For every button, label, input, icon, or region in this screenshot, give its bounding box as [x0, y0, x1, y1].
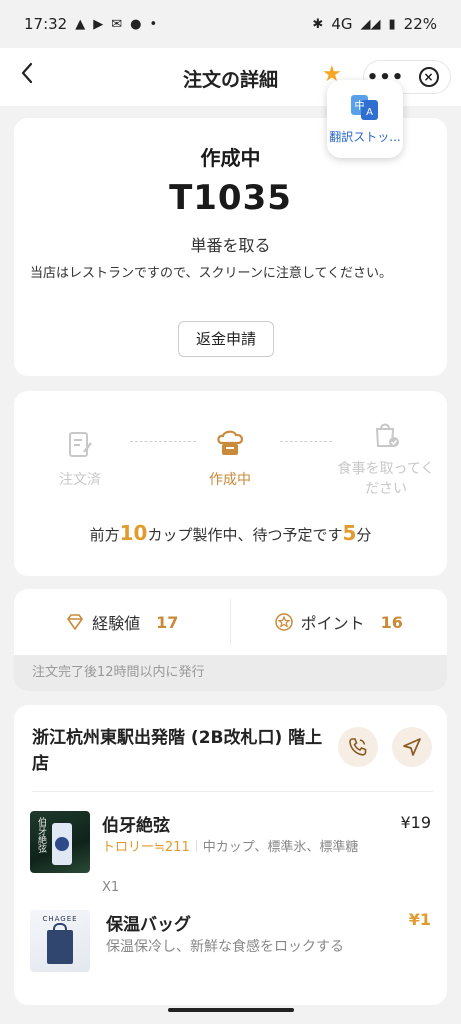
- queue-middle: カップ製作中、待つ予定です: [147, 526, 343, 544]
- divider: [230, 599, 231, 645]
- product-image-text: CHAGEE: [42, 915, 78, 923]
- queue-cups: 10: [119, 521, 148, 545]
- svg-text:中: 中: [355, 99, 365, 112]
- item-quantity: X1: [102, 880, 120, 895]
- dot-icon: •: [149, 16, 158, 32]
- item-name: 保温バッグ: [106, 915, 191, 935]
- navigation-arrow-icon: [403, 738, 421, 756]
- divider: [32, 791, 433, 792]
- product-image: 伯牙絶弦: [30, 811, 90, 873]
- mail-icon: ✉: [111, 16, 123, 32]
- rewards-card: 経験値 17 ポイント 16 注文完了後12時間以内に発行: [14, 589, 447, 691]
- points-item[interactable]: ポイント 16: [231, 589, 448, 655]
- progress-card: 注文済 作成中 食事を取ってください 前方10カップ製作中、待つ予定です5分: [14, 391, 447, 576]
- location-icon: ●: [130, 16, 142, 32]
- product-image-text: 伯牙絶弦: [36, 817, 46, 853]
- refund-button[interactable]: 返金申請: [178, 321, 274, 357]
- step-pickup: 食事を取ってください: [336, 419, 436, 499]
- store-card: 浙江杭州東駅出発階 (2B改札口) 階上店 伯牙絶弦 伯牙絶弦 ¥19 トロリー…: [14, 705, 447, 1005]
- queue-info: 前方10カップ製作中、待つ予定です5分: [14, 521, 447, 545]
- youtube-icon: ▶: [93, 16, 104, 32]
- translate-icon: 中 A: [348, 90, 382, 124]
- points-label: ポイント: [300, 614, 365, 633]
- cup-logo: [55, 837, 69, 851]
- warning-icon: ▲: [75, 16, 86, 32]
- item-description: 保温保冷し、新鮮な食感をロックする: [106, 939, 344, 955]
- translate-floating-button[interactable]: 中 A 翻訳ストッ...: [327, 80, 403, 158]
- step-connector: [280, 441, 332, 442]
- item-options: トロリー≒211 中カップ、標準氷、標準糖: [102, 839, 362, 856]
- points-value: 16: [380, 612, 403, 632]
- step-making: 作成中: [200, 429, 260, 489]
- step-label: 注文済: [59, 472, 101, 488]
- step-label: 食事を取ってください: [337, 461, 435, 497]
- diamond-icon: [67, 614, 84, 630]
- notice-text: 当店はレストランですので、スクリーンに注意してください。: [30, 266, 393, 281]
- bluetooth-icon: ✱: [312, 16, 324, 32]
- status-bar: 17:32 ▲ ▶ ✉ ● • ✱ 4G ◢◢ ▮ 22%: [0, 0, 461, 48]
- item-price: ¥19: [400, 813, 431, 832]
- document-edit-icon: [64, 429, 96, 461]
- close-icon: ×: [418, 67, 439, 87]
- separator: [195, 840, 197, 852]
- home-indicator[interactable]: [168, 1008, 294, 1012]
- shopping-bag-check-icon: [370, 419, 402, 451]
- battery-label: 22%: [403, 15, 437, 33]
- experience-item[interactable]: 経験値 17: [14, 589, 231, 655]
- status-time: 17:32: [24, 15, 68, 33]
- bag-handle: [53, 923, 67, 933]
- step-label: 作成中: [209, 472, 251, 488]
- chef-hat-icon: [214, 429, 246, 461]
- rewards-note: 注文完了後12時間以内に発行: [14, 655, 447, 691]
- close-button[interactable]: ×: [407, 67, 450, 87]
- step-ordered: 注文済: [54, 429, 106, 489]
- svg-text:A: A: [366, 107, 373, 118]
- star-circle-icon: [274, 613, 293, 631]
- item-price: ¥1: [408, 910, 431, 929]
- experience-value: 17: [156, 612, 179, 632]
- product-image: CHAGEE: [30, 910, 90, 972]
- step-connector: [130, 441, 196, 442]
- rewards-row: 経験値 17 ポイント 16: [14, 589, 447, 655]
- translate-label: 翻訳ストッ...: [329, 130, 401, 144]
- signal-icon: ◢◢: [360, 16, 381, 32]
- item-tag: トロリー≒211: [102, 840, 190, 855]
- queue-suffix: 分: [356, 526, 372, 544]
- item-options-text: 中カップ、標準氷、標準糖: [202, 840, 359, 855]
- battery-icon: ▮: [388, 16, 396, 32]
- queue-minutes: 5: [342, 521, 357, 545]
- navigate-button[interactable]: [392, 727, 432, 767]
- item-name: 伯牙絶弦: [102, 816, 170, 836]
- order-number: T1035: [169, 178, 292, 218]
- bag-shape: [47, 930, 73, 964]
- take-number-label: 単番を取る: [190, 236, 271, 255]
- network-label: 4G: [331, 15, 353, 33]
- queue-prefix: 前方: [89, 526, 120, 544]
- phone-icon: [349, 738, 367, 756]
- experience-label: 経験値: [92, 614, 141, 633]
- call-store-button[interactable]: [338, 727, 378, 767]
- store-name: 浙江杭州東駅出発階 (2B改札口) 階上店: [32, 728, 323, 774]
